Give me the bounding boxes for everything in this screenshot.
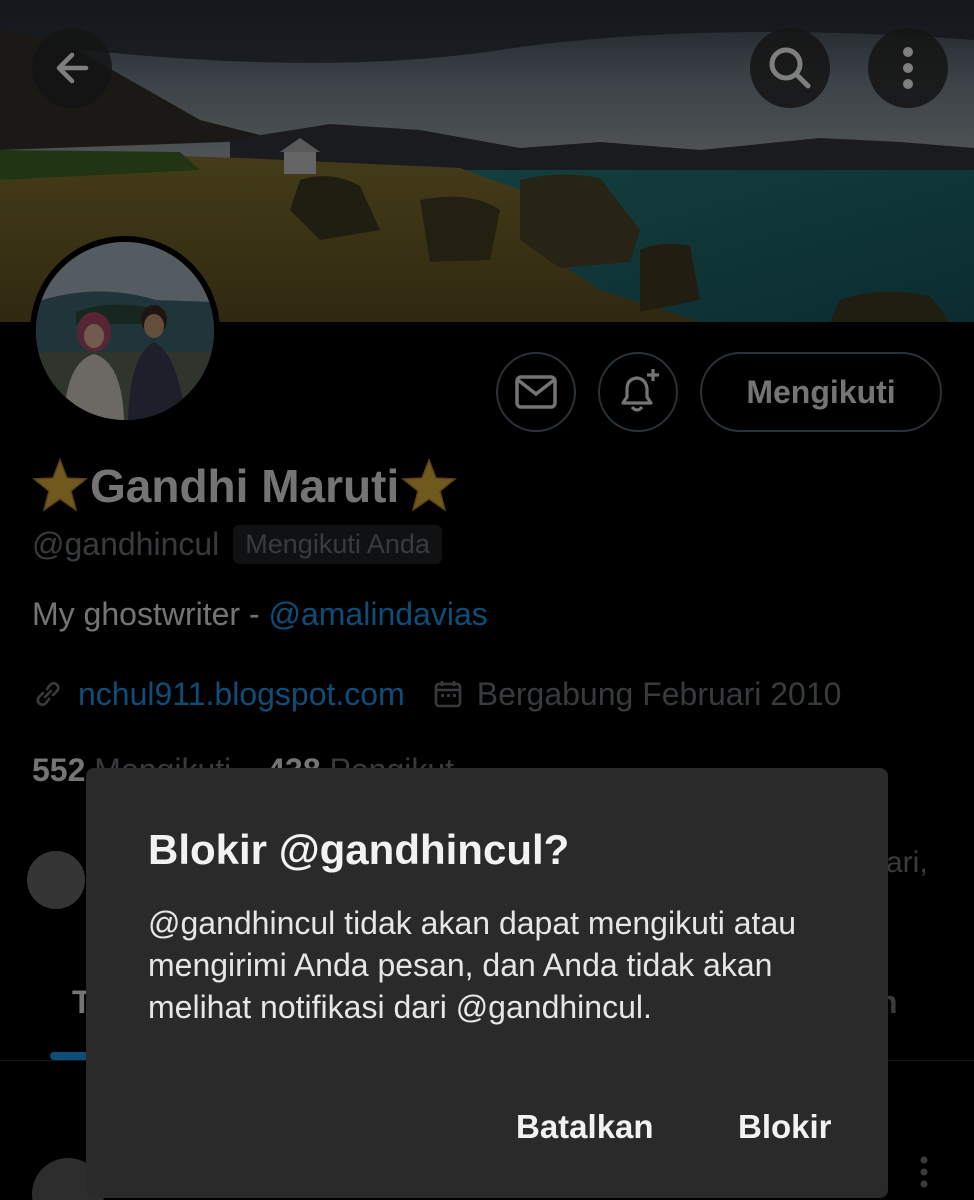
cancel-button[interactable]: Batalkan xyxy=(516,1108,654,1146)
block-button[interactable]: Blokir xyxy=(738,1108,832,1146)
dialog-body: @gandhincul tidak akan dapat mengikuti a… xyxy=(148,905,797,1025)
block-confirm-dialog: Blokir @gandhincul? @gandhincul tidak ak… xyxy=(86,768,888,1198)
dialog-title: Blokir @gandhincul? xyxy=(148,826,570,873)
